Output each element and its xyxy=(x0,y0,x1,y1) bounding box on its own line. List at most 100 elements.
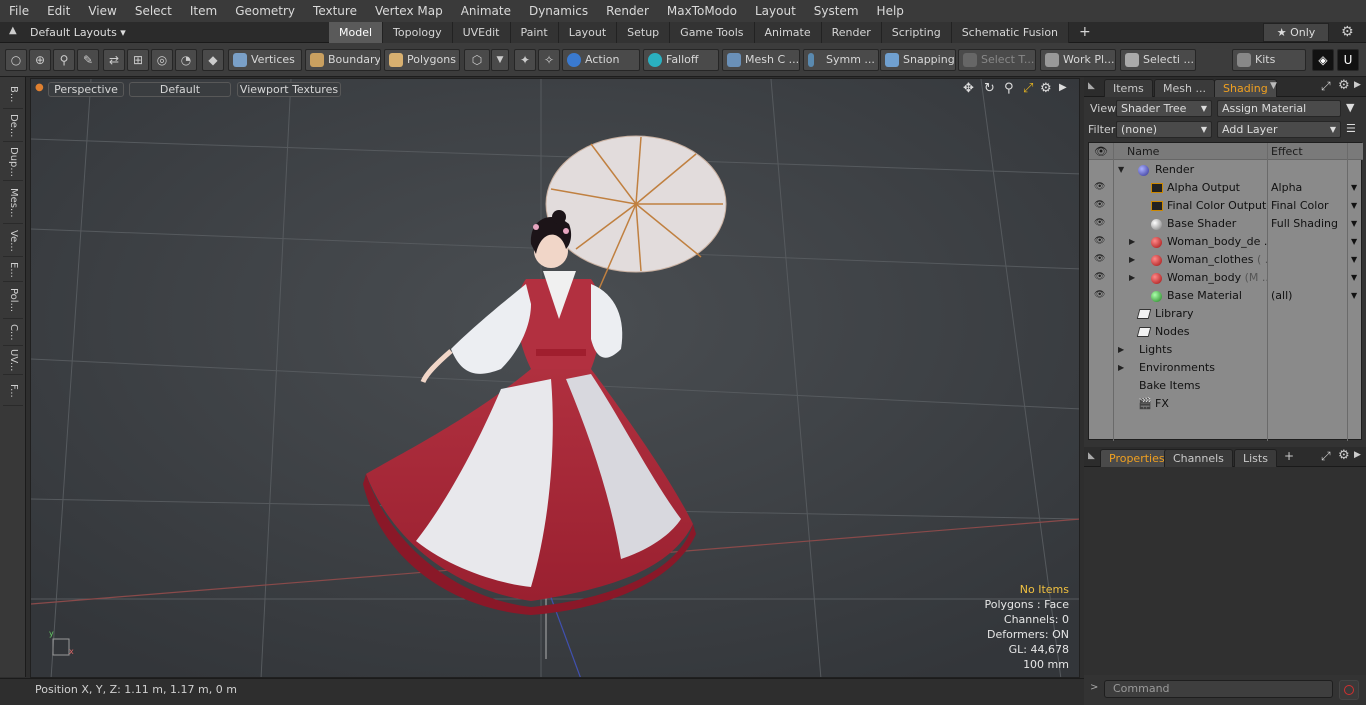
chevron-down-icon[interactable]: ▼ xyxy=(1351,251,1357,269)
add-layer-select[interactable]: Add Layer ▼ xyxy=(1217,121,1341,138)
tab-schematic-fusion[interactable]: Schematic Fusion xyxy=(951,22,1070,43)
left-tab-deform[interactable]: De... xyxy=(3,110,23,142)
symmetry-x-icon[interactable]: ✦ xyxy=(514,49,536,71)
snapping-button[interactable]: Snapping xyxy=(880,49,956,71)
symmetry-button[interactable]: Symm ... xyxy=(803,49,879,71)
tab-model[interactable]: Model xyxy=(329,22,384,43)
menu-dynamics[interactable]: Dynamics xyxy=(520,0,597,22)
viewport-gear-icon[interactable]: ⚙ xyxy=(1040,81,1052,96)
only-toggle[interactable]: ★ Only xyxy=(1263,23,1329,42)
perspective-button[interactable]: Perspective xyxy=(48,82,124,97)
menu-help[interactable]: Help xyxy=(868,0,913,22)
tab-overflow-icon[interactable]: ▼ xyxy=(1270,81,1277,91)
layer-options-icon[interactable]: ☰ xyxy=(1346,122,1356,135)
transform-icon[interactable]: ◔ xyxy=(175,49,197,71)
panel-menu-icon[interactable]: ◣ xyxy=(1088,451,1095,461)
left-tab-curve[interactable]: C... xyxy=(3,320,23,346)
select-through-button[interactable]: Select T... xyxy=(958,49,1036,71)
assign-material-button[interactable]: Assign Material xyxy=(1217,100,1341,117)
chevron-down-icon[interactable]: ▼ xyxy=(1351,269,1357,287)
eye-icon[interactable]: 👁 xyxy=(1094,291,1106,300)
menu-view[interactable]: View xyxy=(79,0,125,22)
viewport-expand-icon[interactable]: ▶ xyxy=(1059,82,1067,93)
tab-layout[interactable]: Layout xyxy=(558,22,618,43)
filter-icon[interactable]: ▼ xyxy=(1346,101,1354,114)
menu-select[interactable]: Select xyxy=(126,0,181,22)
layout-menu-icon[interactable]: ▲ xyxy=(9,25,21,39)
chevron-down-icon[interactable]: ▼ xyxy=(1351,287,1357,305)
add-tab-button[interactable]: + xyxy=(1069,22,1101,43)
left-tab-mesh-edit[interactable]: Mes... xyxy=(3,182,23,224)
tab-topology[interactable]: Topology xyxy=(383,22,453,43)
view-select[interactable]: Shader Tree ▼ xyxy=(1116,100,1212,117)
tab-shading[interactable]: Shading xyxy=(1214,79,1277,97)
panel-gear-icon[interactable]: ⚙ xyxy=(1338,448,1350,463)
polygons-button[interactable]: Polygons xyxy=(384,49,460,71)
panel-gear-icon[interactable]: ⚙ xyxy=(1338,78,1350,93)
menu-geometry[interactable]: Geometry xyxy=(226,0,304,22)
left-tab-edge[interactable]: E... xyxy=(3,258,23,282)
tab-game-tools[interactable]: Game Tools xyxy=(670,22,755,43)
panel-expand-icon[interactable]: ⤢ xyxy=(1321,79,1331,94)
orbit-icon[interactable]: ↻ xyxy=(984,81,995,96)
column-name[interactable]: Name xyxy=(1127,143,1159,160)
eye-icon[interactable]: 👁 xyxy=(1094,273,1106,282)
work-plane-button[interactable]: Work Pl... xyxy=(1040,49,1116,71)
menu-animate[interactable]: Animate xyxy=(452,0,520,22)
item-mode-icon[interactable]: ◆ xyxy=(202,49,224,71)
command-input[interactable]: Command xyxy=(1104,680,1333,698)
layout-select[interactable]: Default Layouts ▾ xyxy=(30,24,130,41)
3d-viewport[interactable]: y x ● Perspective Default Viewport Textu… xyxy=(30,78,1080,678)
panel-arrow-icon[interactable]: ▶ xyxy=(1354,450,1361,460)
left-tab-basic[interactable]: B... xyxy=(3,81,23,109)
tab-mesh[interactable]: Mesh ... xyxy=(1154,79,1215,97)
chevron-down-icon[interactable]: ▼ xyxy=(1351,215,1357,233)
chevron-down-icon[interactable]: ▼ xyxy=(1351,233,1357,251)
tree-row-woman-clothes[interactable]: 👁 ▶ Woman_clothes ( ... ▼ xyxy=(1089,251,1363,269)
expand-right-icon[interactable]: ▶ xyxy=(1129,233,1135,251)
tree-row-final-color-output[interactable]: 👁 Final Color Output Final Color ▼ xyxy=(1089,197,1363,215)
left-tab-polygon[interactable]: Pol... xyxy=(3,283,23,319)
panel-arrow-icon[interactable]: ▶ xyxy=(1354,80,1361,90)
menu-vertex-map[interactable]: Vertex Map xyxy=(366,0,452,22)
zoom-icon[interactable]: ⚲ xyxy=(1004,81,1014,96)
left-tab-vertex[interactable]: Ve... xyxy=(3,225,23,257)
menu-layout[interactable]: Layout xyxy=(746,0,805,22)
chevron-down-icon[interactable]: ▼ xyxy=(491,49,509,71)
tab-uvedit[interactable]: UVEdit xyxy=(452,22,511,43)
kits-button[interactable]: Kits xyxy=(1232,49,1306,71)
viewport-dot-icon[interactable]: ● xyxy=(35,82,44,93)
expand-right-icon[interactable]: ▶ xyxy=(1129,251,1135,269)
menu-texture[interactable]: Texture xyxy=(304,0,366,22)
vertices-button[interactable]: Vertices xyxy=(228,49,302,71)
tree-row-alpha-output[interactable]: 👁 Alpha Output Alpha ▼ xyxy=(1089,179,1363,197)
left-tab-uv[interactable]: UV... xyxy=(3,347,23,375)
menu-file[interactable]: File xyxy=(0,0,38,22)
tab-setup[interactable]: Setup xyxy=(617,22,671,43)
tab-properties[interactable]: Properties xyxy=(1100,449,1174,467)
scale-icon[interactable]: ⊞ xyxy=(127,49,149,71)
tree-row-lights[interactable]: ▶ Lights xyxy=(1089,341,1363,359)
tab-channels[interactable]: Channels xyxy=(1164,449,1233,467)
tree-row-nodes[interactable]: Nodes xyxy=(1089,323,1363,341)
eye-icon[interactable]: 👁 xyxy=(1094,219,1106,228)
chevron-down-icon[interactable]: ▼ xyxy=(1351,197,1357,215)
eye-icon[interactable]: 👁 xyxy=(1094,237,1106,246)
left-tab-duplicate[interactable]: Dup... xyxy=(3,143,23,181)
tab-render[interactable]: Render xyxy=(821,22,882,43)
tree-row-woman-body[interactable]: 👁 ▶ Woman_body (M ... ▼ xyxy=(1089,269,1363,287)
rotate-icon[interactable]: ◎ xyxy=(151,49,173,71)
material-mode-icon[interactable]: ⬡ xyxy=(464,49,490,71)
panel-expand-icon[interactable]: ⤢ xyxy=(1321,449,1331,464)
move-icon[interactable]: ⇄ xyxy=(103,49,125,71)
brush-icon[interactable]: ✎ xyxy=(77,49,99,71)
tree-row-fx[interactable]: 🎬 FX xyxy=(1089,395,1363,413)
lasso-icon[interactable]: ⚲ xyxy=(53,49,75,71)
menu-edit[interactable]: Edit xyxy=(38,0,79,22)
action-center-button[interactable]: Action xyxy=(562,49,640,71)
tree-row-base-shader[interactable]: 👁 Base Shader Full Shading ▼ xyxy=(1089,215,1363,233)
tree-row-bake-items[interactable]: Bake Items xyxy=(1089,377,1363,395)
menu-item[interactable]: Item xyxy=(181,0,226,22)
menu-system[interactable]: System xyxy=(805,0,868,22)
filter-select[interactable]: (none) ▼ xyxy=(1116,121,1212,138)
